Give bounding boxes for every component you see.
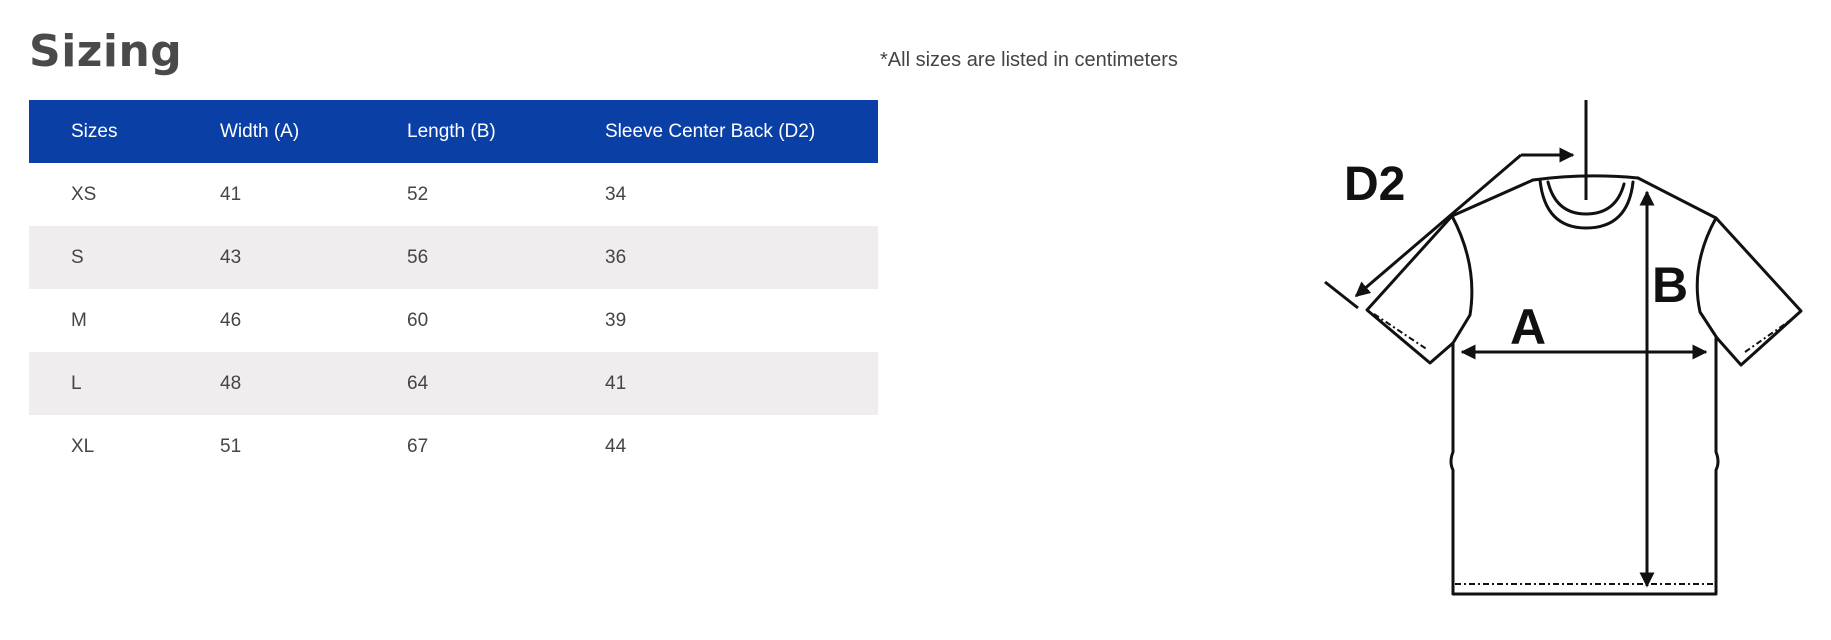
- units-note: *All sizes are listed in centimeters: [880, 49, 1178, 71]
- cell-sleeve: 41: [563, 352, 878, 415]
- table-row: M 46 60 39: [29, 289, 878, 352]
- size-chart-table: Sizes Width (A) Length (B) Sleeve Center…: [29, 100, 878, 478]
- cell-width: 43: [178, 226, 365, 289]
- table-row: XS 41 52 34: [29, 163, 878, 226]
- cell-size: XL: [71, 435, 95, 457]
- label-d2: D2: [1344, 158, 1405, 211]
- cell-sleeve: 34: [605, 183, 627, 205]
- cell-size: XS: [71, 183, 97, 205]
- cell-length: 64: [365, 352, 563, 415]
- header-width-a: Width (A): [178, 100, 365, 163]
- page-title: Sizing: [29, 26, 183, 77]
- table-header-row: Sizes Width (A) Length (B) Sleeve Center…: [29, 100, 878, 163]
- cell-width: 48: [178, 352, 365, 415]
- cell-size: M: [71, 309, 87, 331]
- cell-sleeve: 44: [605, 435, 627, 457]
- label-a: A: [1510, 299, 1546, 355]
- cell-length: 60: [407, 309, 429, 331]
- header-length-b: Length (B): [365, 100, 563, 163]
- tshirt-outline: [1365, 174, 1803, 596]
- cell-size: S: [29, 226, 178, 289]
- table-row: S 43 56 36: [29, 226, 878, 289]
- label-b: B: [1652, 257, 1688, 313]
- header-sizes: Sizes: [29, 100, 178, 163]
- cell-size: L: [29, 352, 178, 415]
- header-sleeve-center-back-d2: Sleeve Center Back (D2): [563, 100, 878, 163]
- cell-width: 51: [220, 435, 242, 457]
- cell-length: 56: [365, 226, 563, 289]
- cell-sleeve: 39: [605, 309, 627, 331]
- cell-width: 46: [220, 309, 242, 331]
- table-row: XL 51 67 44: [29, 415, 878, 478]
- cell-length: 52: [407, 183, 429, 205]
- cell-length: 67: [407, 435, 429, 457]
- tshirt-measurement-diagram: D2 A B: [1324, 100, 1803, 596]
- cell-width: 41: [220, 183, 242, 205]
- cell-sleeve: 36: [563, 226, 878, 289]
- table-row: L 48 64 41: [29, 352, 878, 415]
